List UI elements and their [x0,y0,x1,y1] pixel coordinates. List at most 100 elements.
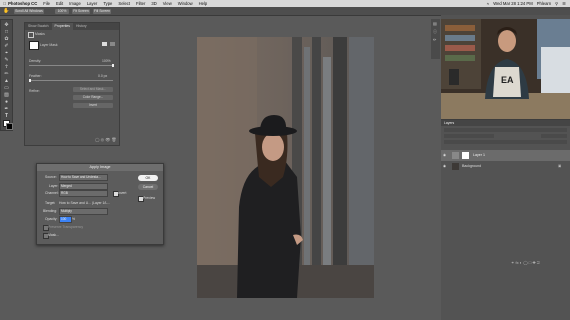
dodge-tool-icon[interactable]: ● [3,99,11,105]
visibility-eye-icon[interactable]: ◉ [443,150,446,161]
eraser-tool-icon[interactable]: ▭ [3,85,11,91]
lock-icon: ▣ [558,164,562,168]
panel-brush-icon[interactable]: ✏ [433,37,436,42]
menu-select[interactable]: Select [118,1,130,6]
gradient-tool-icon[interactable]: ▧ [3,92,11,98]
user-name[interactable]: Phlearn [537,1,551,6]
menu-filter[interactable]: Filter [136,1,145,6]
channel-label: Channel: [45,191,59,195]
pen-tool-icon[interactable]: ✒ [3,106,11,112]
zoom-100-button[interactable]: 100% [55,8,69,14]
layer-label: Layer: [49,184,59,188]
tab-history[interactable]: History [73,23,90,30]
opacity-field[interactable]: 100 [59,216,72,223]
preserve-transparency-label: Preserve Transparency [48,225,84,229]
color-range-button[interactable]: Color Range... [73,95,113,100]
menu-list-icon[interactable]: ☰ [562,1,566,6]
tab-properties[interactable]: Properties [51,23,74,30]
layers-filter-bar[interactable] [444,128,567,132]
mask-label: Mask... [48,233,59,237]
feather-value[interactable]: 0.0 px [98,74,107,78]
feather-slider-handle[interactable] [29,79,31,82]
ok-button[interactable]: OK [138,175,158,181]
preview-label: Preview [143,196,156,200]
layer-mask-thumbnail[interactable] [462,152,469,159]
vector-mask-button[interactable] [110,42,115,46]
quick-select-tool-icon[interactable]: ✐ [3,43,11,49]
lasso-tool-icon[interactable]: ✿ [3,36,11,42]
layer-name[interactable]: Background [462,161,481,172]
layer-select[interactable]: Merged [59,183,108,190]
layers-lock-row[interactable] [444,140,567,144]
layer-row[interactable]: ◉ Background ▣ [441,161,570,172]
crop-tool-icon[interactable]: ⌖ [3,50,11,56]
clone-stamp-tool-icon[interactable]: ▲ [3,78,11,84]
fit-screen-button[interactable]: Fit Screen [72,8,90,14]
section-title: Masks [35,32,45,36]
blend-mode-select[interactable] [444,134,494,138]
layer-thumbnail [452,163,459,170]
menu-view[interactable]: View [163,1,172,6]
mask-thumbnail [29,41,39,50]
load-selection-icon[interactable]: ◯ ◎ 👁 🗑 [95,137,116,142]
dialog-title: Apply Image [37,164,163,171]
panel-info-icon[interactable]: ⓘ [433,29,437,35]
document-canvas[interactable] [197,37,374,298]
layer-name[interactable]: Layer 1 [473,150,485,161]
cancel-button[interactable]: Cancel [138,184,158,190]
type-tool-icon[interactable]: T [3,113,11,119]
refine-label: Refine: [29,89,40,93]
menu-edit[interactable]: Edit [56,1,63,6]
feather-slider[interactable] [29,80,113,81]
background-color-swatch[interactable] [5,123,13,130]
menu-image[interactable]: Image [69,1,81,6]
tab-layers[interactable]: Layers [444,120,454,126]
density-slider[interactable] [29,65,113,66]
blending-select[interactable]: Multiply [59,208,108,215]
menu-layer[interactable]: Layer [87,1,97,6]
panel-collapse-icon[interactable]: ▤ [433,21,437,26]
channel-select[interactable]: RGB [59,190,108,197]
healing-brush-tool-icon[interactable]: ☥ [3,64,11,70]
menu-3d[interactable]: 3D [151,1,156,6]
invert-button[interactable]: Invert [73,103,113,108]
blending-label: Blending: [43,209,58,213]
scroll-all-windows-checkbox[interactable]: Scroll All Windows [14,8,44,14]
pixel-mask-button[interactable] [102,42,107,46]
layers-footer-buttons[interactable]: ⚭ fx ◐ ◯ □ ✚ ⎋ [511,260,540,265]
density-slider-handle[interactable] [112,64,114,67]
dock-icon-strip: ▤ ⓘ ✏ [431,19,440,59]
eyedropper-tool-icon[interactable]: ✎ [3,57,11,63]
apple-menu-icon[interactable]:  [3,1,6,6]
density-value[interactable]: 100% [102,59,111,63]
menu-bar:  Photoshop CC File Edit Image Layer Typ… [0,0,570,7]
source-label: Source: [45,175,57,179]
marquee-tool-icon[interactable]: □ [3,29,11,35]
feather-label: Feather: [29,74,42,78]
layers-tabs: Layers [441,120,570,126]
app-menu[interactable]: Photoshop CC [8,1,37,6]
clock[interactable]: Wed Mar 28 1:24 PM [493,1,533,6]
layers-panel: Layers ◉ Layer 1 ◉ Background ▣ ⚭ fx ◐ ◯… [441,119,570,270]
fill-screen-button[interactable]: Fill Screen [93,8,111,14]
menu-window[interactable]: Window [178,1,193,6]
menu-type[interactable]: Type [103,1,112,6]
tab-swatches[interactable]: Show Swatch [25,23,52,30]
search-icon[interactable]: ⚲ [555,1,558,6]
move-tool-icon[interactable]: ✥ [3,22,11,28]
brush-tool-icon[interactable]: ✏ [3,71,11,77]
wifi-icon[interactable]: ≈ [487,1,489,6]
properties-tabs: Show Swatch Properties History [25,23,119,30]
source-select[interactable]: How to Save and Undesta... [59,174,108,181]
mask-label: Layer Mask [40,43,58,47]
menu-file[interactable]: File [43,1,50,6]
select-and-mask-button[interactable]: Select and Mask... [73,87,113,92]
mask-icon [28,32,34,38]
hand-tool-icon[interactable]: ✋ [3,8,9,14]
visibility-eye-icon[interactable]: ◉ [443,161,446,172]
opacity-unit: % [72,217,76,221]
layer-row[interactable]: ◉ Layer 1 [441,150,570,161]
apply-image-dialog: Apply Image Source: How to Save and Unde… [36,163,164,245]
layer-opacity-field[interactable] [541,134,567,138]
menu-help[interactable]: Help [199,1,208,6]
